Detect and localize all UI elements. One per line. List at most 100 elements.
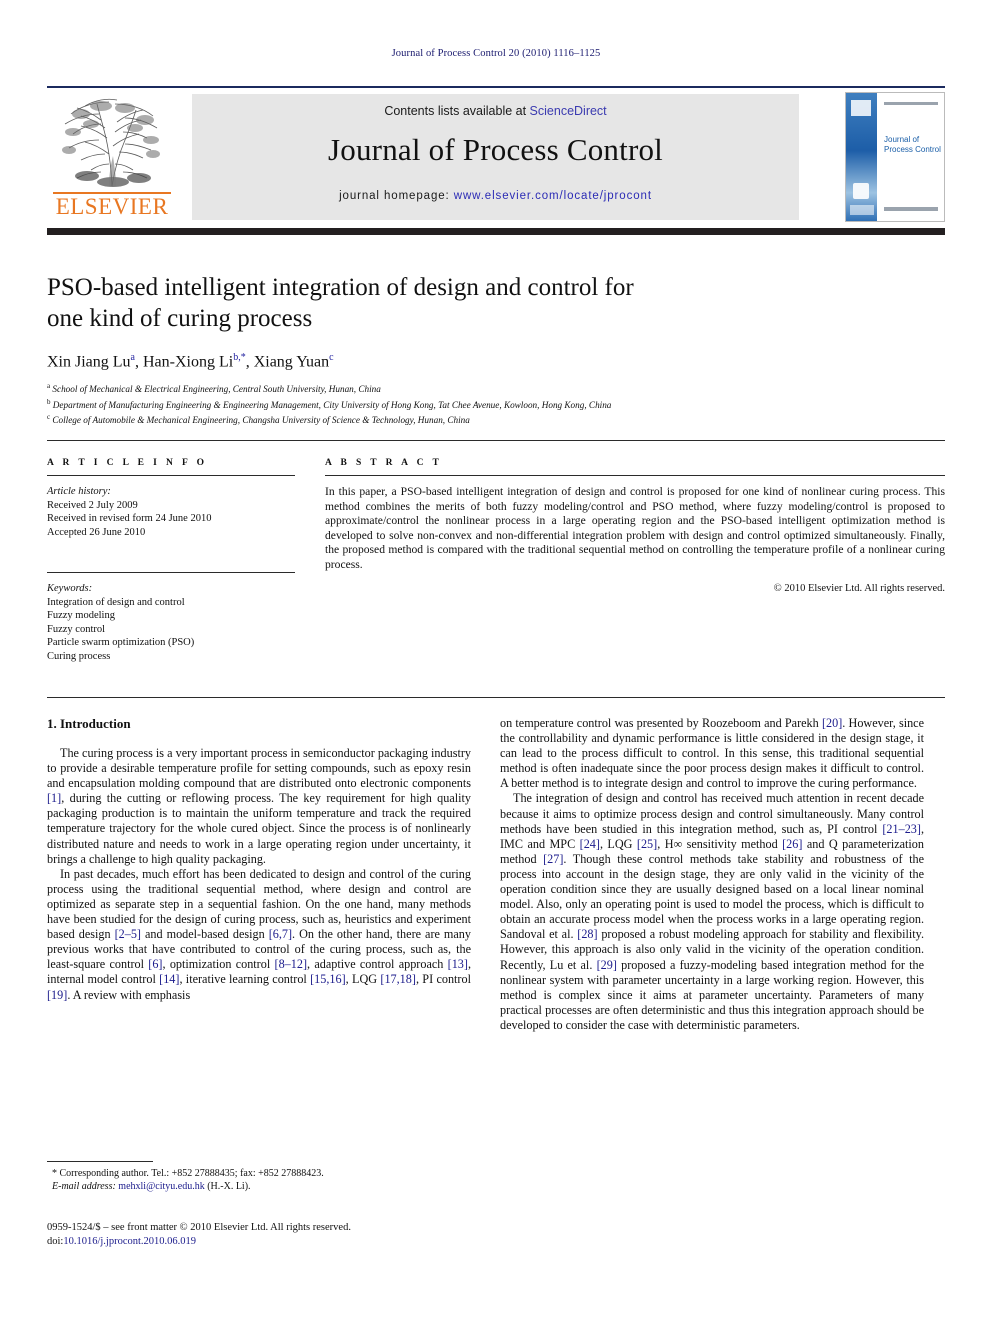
abstract-heading: A B S T R A C T: [325, 458, 443, 468]
cover-title: Journal of Process Control: [884, 135, 941, 155]
citation-ref[interactable]: [26]: [782, 837, 802, 851]
author-name: Xin Jiang Lu: [47, 353, 131, 371]
citation-ref[interactable]: [21–23]: [882, 822, 921, 836]
corresponding-author-note: * Corresponding author. Tel.: +852 27888…: [52, 1168, 324, 1179]
article-history-label: Article history:: [47, 486, 111, 497]
author-sup: c: [329, 352, 334, 363]
keyword-item: Fuzzy modeling: [47, 610, 115, 621]
citation-ref[interactable]: [17,18]: [380, 972, 416, 986]
paragraph: In past decades, much effort has been de…: [47, 866, 471, 1002]
journal-title: Journal of Process Control: [328, 132, 663, 167]
citation-ref[interactable]: [29]: [597, 958, 617, 972]
citation-ref[interactable]: [19]: [47, 988, 67, 1002]
abstract-text: In this paper, a PSO-based intelligent i…: [325, 485, 945, 571]
citation-ref[interactable]: [6]: [148, 957, 162, 971]
cover-top-meta: [884, 102, 938, 105]
affiliation-sup: c: [47, 413, 51, 422]
footnote-block: * Corresponding author. Tel.: +852 27888…: [47, 1167, 471, 1193]
citation-ref[interactable]: [28]: [577, 927, 597, 941]
page-title: PSO-based intelligent integration of des…: [47, 272, 907, 334]
article-info-heading: A R T I C L E I N F O: [47, 458, 208, 468]
top-rule: [47, 86, 945, 88]
masthead-bottom-rule: [47, 228, 945, 235]
author-sup: a: [130, 352, 135, 363]
abstract-copyright: © 2010 Elsevier Ltd. All rights reserved…: [773, 582, 945, 594]
email-link[interactable]: mehxli@cityu.edu.hk: [118, 1181, 204, 1192]
doi-line: doi:10.1016/j.jprocont.2010.06.019: [47, 1235, 487, 1249]
cover-bottom-logo-icon: [853, 183, 869, 199]
article-history-item: Accepted 26 June 2010: [47, 526, 146, 538]
affiliation-sup: a: [47, 382, 51, 391]
affiliation-sup: b: [47, 397, 51, 406]
keywords-label: Keywords:: [47, 583, 93, 594]
elsevier-tree-icon: [62, 98, 160, 187]
article-history-item: Received 2 July 2009: [47, 499, 138, 511]
citation-ref[interactable]: [13]: [448, 957, 468, 971]
affiliation-text: Department of Manufacturing Engineering …: [52, 399, 612, 410]
article-body: 1. Introduction The curing process is a …: [47, 716, 945, 1186]
article-info-column: A R T I C L E I N F O Article history: R…: [47, 458, 295, 663]
elsevier-logo: ELSEVIER: [47, 92, 177, 222]
affiliation: c College of Automobile & Mechanical Eng…: [47, 411, 907, 427]
citation-ref[interactable]: [14]: [159, 972, 179, 986]
keyword-item: Integration of design and control: [47, 596, 185, 608]
cover-publisher-logo-icon: [851, 100, 871, 116]
homepage-link[interactable]: www.elsevier.com/locate/jprocont: [454, 190, 652, 202]
citation-ref[interactable]: [25]: [637, 837, 657, 851]
email-label: E-mail address:: [52, 1181, 116, 1192]
keyword-item: Fuzzy control: [47, 623, 106, 635]
elsevier-wordmark: ELSEVIER: [55, 194, 169, 219]
author-list: Xin Jiang Lua, Han-Xiong Lib,*, Xiang Yu…: [47, 352, 334, 371]
citation-ref[interactable]: [24]: [580, 837, 600, 851]
article-info-divider: [47, 475, 295, 476]
affiliation-text: College of Automobile & Mechanical Engin…: [52, 415, 470, 426]
citation-ref[interactable]: [15,16]: [310, 972, 346, 986]
cover-title-line1: Journal of: [884, 135, 920, 144]
paragraph: on temperature control was presented by …: [500, 716, 924, 791]
homepage-prefix: journal homepage:: [339, 190, 454, 202]
info-zone-bottom-rule: [47, 697, 945, 698]
info-zone-top-rule: [47, 440, 945, 441]
email-note: E-mail address: mehxli@cityu.edu.hk (H.-…: [47, 1180, 471, 1193]
citation-ref[interactable]: [20]: [822, 716, 842, 730]
affiliation-text: School of Mechanical & Electrical Engine…: [52, 384, 381, 395]
imprint-block: 0959-1524/$ – see front matter © 2010 El…: [47, 1221, 487, 1249]
contents-prefix: Contents lists available at: [384, 104, 530, 118]
title-line-2: one kind of curing process: [47, 305, 313, 332]
abstract-column: A B S T R A C T In this paper, a PSO-bas…: [325, 458, 945, 594]
paragraph: The integration of design and control ha…: [500, 791, 925, 1032]
title-line-1: PSO-based intelligent integration of des…: [47, 274, 634, 301]
cover-bottom-meta: [884, 207, 938, 211]
doi-link[interactable]: 10.1016/j.jprocont.2010.06.019: [63, 1236, 196, 1247]
affiliation: a School of Mechanical & Electrical Engi…: [47, 380, 907, 396]
doi-label: doi:: [47, 1236, 64, 1247]
author-sup: b,*: [233, 352, 246, 363]
citation-ref[interactable]: [27]: [543, 852, 563, 866]
abstract-divider: [325, 475, 945, 476]
citation-ref[interactable]: [2–5]: [115, 927, 141, 941]
journal-cover-thumbnail[interactable]: Journal of Process Control: [845, 92, 945, 222]
masthead-band: Contents lists available at ScienceDirec…: [192, 94, 799, 220]
author-name: Xiang Yuan: [253, 353, 330, 371]
body-column-right: on temperature control was presented by …: [500, 716, 924, 1033]
keywords-divider: [47, 572, 295, 573]
body-column-left: 1. Introduction The curing process is a …: [47, 716, 471, 1003]
article-page: Journal of Process Control 20 (2010) 111…: [0, 0, 992, 1323]
cover-title-line2: Process Control: [884, 145, 941, 154]
citation-ref[interactable]: [8–12]: [275, 957, 308, 971]
running-head: Journal of Process Control 20 (2010) 111…: [391, 48, 601, 59]
footnote-rule: [47, 1161, 153, 1162]
keyword-item: Particle swarm optimization (PSO): [47, 637, 195, 648]
keyword-item: Curing process: [47, 650, 111, 662]
issn-front-matter: 0959-1524/$ – see front matter © 2010 El…: [47, 1222, 351, 1233]
sciencedirect-link[interactable]: ScienceDirect: [530, 104, 607, 118]
citation-ref[interactable]: [6,7]: [269, 927, 292, 941]
email-owner: (H.-X. Li).: [207, 1181, 251, 1192]
section-heading-introduction: 1. Introduction: [47, 716, 131, 731]
cover-bottom-caption: [850, 205, 874, 215]
citation-ref[interactable]: [1]: [47, 791, 61, 805]
contents-available-line: Contents lists available at ScienceDirec…: [192, 104, 799, 118]
journal-masthead: ELSEVIER Contents lists available at Sci…: [47, 92, 945, 224]
title-block: PSO-based intelligent integration of des…: [47, 272, 907, 427]
